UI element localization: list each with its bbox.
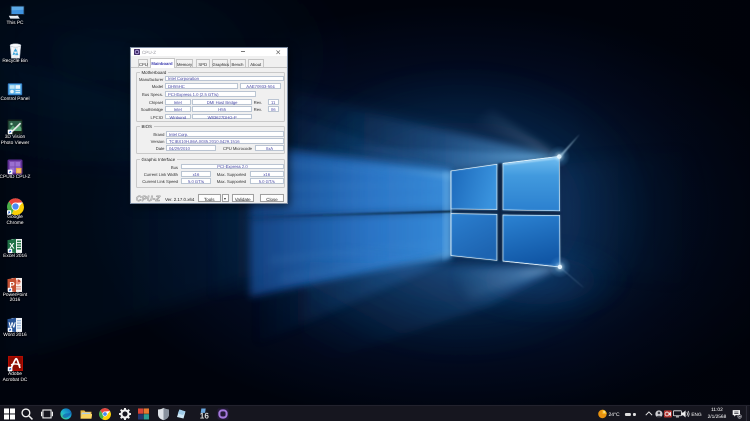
svg-text:16: 16 bbox=[199, 411, 208, 421]
